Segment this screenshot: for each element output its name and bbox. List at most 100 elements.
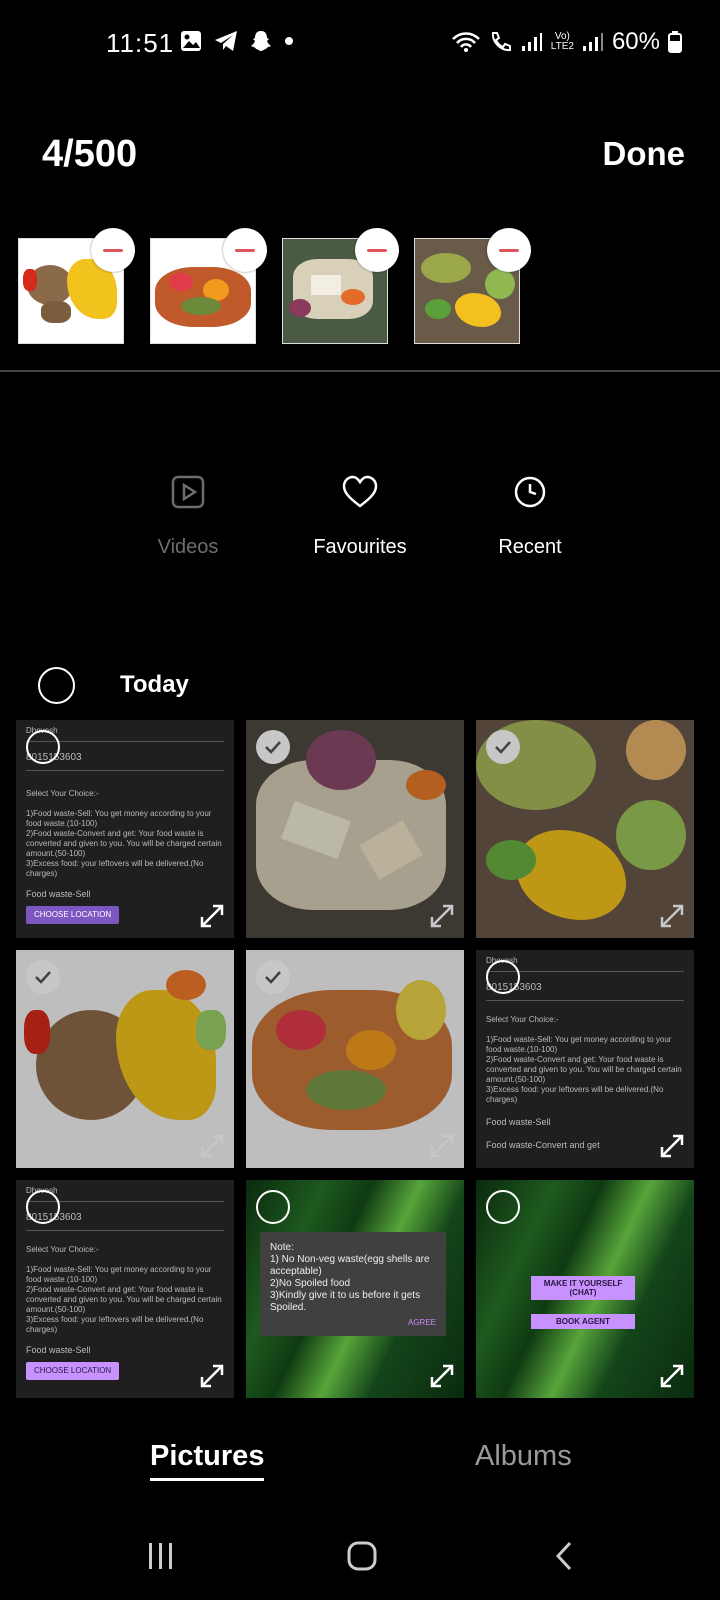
shot-opt3: 3)Excess food: your leftovers will be de… [26,858,204,878]
telegram-icon [215,31,237,51]
select-all-checkbox[interactable] [38,667,75,704]
shortcut-label: Favourites [313,536,407,558]
shot-select: Select Your Choice:- [26,788,99,798]
system-nav-bar [0,1530,720,1590]
shot-name: Dhevesh [26,1186,58,1195]
signal-icon [521,33,542,51]
shot-opt2: 2)Food waste-Convert and get: Your food … [26,828,222,858]
shot-dropdown: Food waste-Sell [486,1116,551,1127]
selected-items-strip [0,228,720,348]
shot-dropdown: Food waste-Sell [26,1344,91,1355]
photo-thumb[interactable]: Dhevesh 8015153603 Select Your Choice:- … [16,720,234,938]
shot-choose-location: CHOOSE LOCATION [26,1361,120,1380]
expand-icon[interactable] [658,1132,686,1160]
remove-selected-button[interactable] [355,228,399,272]
snapchat-icon [251,31,271,51]
tab-albums[interactable]: Albums [475,1440,572,1473]
notification-icons [180,30,294,52]
shot-name: Dhevesh [26,726,58,735]
shortcut-videos[interactable]: Videos [108,475,268,559]
select-checkbox[interactable] [26,1190,60,1224]
status-time: 11:51 [106,28,175,58]
photo-thumb[interactable]: Note: 1) No Non-veg waste(egg shells are… [246,1180,464,1398]
note-title: Note: [270,1242,294,1253]
remove-selected-button[interactable] [223,228,267,272]
select-checkbox[interactable] [26,730,60,764]
photo-thumb[interactable]: Dhevesh 8015153603 Select Your Choice:- … [476,950,694,1168]
select-checkbox[interactable] [26,960,60,994]
video-icon [171,475,205,509]
shortcut-recent[interactable]: Recent [450,475,610,559]
select-checkbox[interactable] [486,730,520,764]
book-agent-label: BOOK AGENT [531,1314,635,1329]
dot-icon [285,37,293,45]
shot-opt3: 3)Excess food: your leftovers will be de… [26,1314,204,1334]
note-line: 1) No Non-veg waste(egg shells are accep… [270,1254,430,1277]
battery-percent: 60% [611,28,660,55]
volte-icon: Vo) LTE2 [550,31,574,52]
shot-choose-location: CHOOSE LOCATION [26,905,120,924]
section-title: Today [120,671,189,698]
check-icon [265,971,281,984]
wifi-icon [451,32,480,52]
photo-thumb[interactable] [16,950,234,1168]
shot-opt2: 2)Food waste-Convert and get: Your food … [26,1284,222,1314]
shot-opt3: 3)Excess food: your leftovers will be de… [486,1084,664,1104]
shot-dropdown: Food waste-Sell [26,888,91,899]
photo-thumb[interactable] [246,720,464,938]
clock-icon [514,476,546,508]
photo-thumb[interactable]: Dhevesh 8015153603 Select Your Choice:- … [16,1180,234,1398]
tab-pictures[interactable]: Pictures [150,1440,265,1481]
recent-apps-icon[interactable] [146,1540,176,1572]
shot-opt2: 2)Food waste-Convert and get: Your food … [486,1054,682,1084]
shortcut-label: Videos [157,536,219,558]
divider [0,370,720,372]
photo-thumb[interactable] [246,950,464,1168]
expand-icon[interactable] [198,1362,226,1390]
date-section-header: Today [0,665,720,711]
expand-icon[interactable] [428,1132,456,1160]
remove-selected-button[interactable] [91,228,135,272]
done-button[interactable]: Done [603,135,686,173]
select-checkbox[interactable] [256,960,290,994]
back-icon[interactable] [552,1540,576,1572]
call-icon [491,32,511,52]
shot-select: Select Your Choice:- [26,1244,99,1254]
expand-icon[interactable] [428,1362,456,1390]
note-line: 3)Kindly give it to us before it gets Sp… [270,1290,421,1313]
select-checkbox[interactable] [486,1190,520,1224]
shot-select: Select Your Choice:- [486,1014,559,1024]
photo-thumb[interactable]: MAKE IT YOURSELF (CHAT) BOOK AGENT [476,1180,694,1398]
note-dialog: Note: 1) No Non-veg waste(egg shells are… [260,1232,446,1336]
select-checkbox[interactable] [486,960,520,994]
check-icon [35,971,51,984]
shot-opt1: 1)Food waste-Sell: You get money accordi… [26,808,212,828]
bottom-tabs: Pictures Albums [0,1440,720,1500]
check-icon [495,741,511,754]
remove-selected-button[interactable] [487,228,531,272]
battery-icon [668,31,682,53]
note-agree: AGREE [407,1318,436,1328]
expand-icon[interactable] [198,1132,226,1160]
shot-opt1: 1)Food waste-Sell: You get money accordi… [486,1034,672,1054]
expand-icon[interactable] [658,902,686,930]
status-bar: 11:51 Vo) LTE2 60% [0,0,720,90]
shot-opt1: 1)Food waste-Sell: You get money accordi… [26,1264,212,1284]
shot-dropdown2: Food waste-Convert and get [486,1139,600,1150]
select-checkbox[interactable] [256,730,290,764]
check-icon [265,741,281,754]
system-icons: Vo) LTE2 60% [451,28,682,56]
expand-icon[interactable] [198,902,226,930]
selection-count: 4/500 [42,133,138,175]
home-icon[interactable] [346,1540,378,1572]
expand-icon[interactable] [428,902,456,930]
note-line: 2)No Spoiled food [270,1278,351,1289]
expand-icon[interactable] [658,1362,686,1390]
shot-name: Dhevesh [486,956,518,965]
album-shortcuts: Videos Favourites Recent [0,475,720,575]
select-checkbox[interactable] [256,1190,290,1224]
photo-thumb[interactable] [476,720,694,938]
shortcut-favourites[interactable]: Favourites [280,475,440,559]
signal-icon [582,33,603,51]
shortcut-label: Recent [498,536,562,558]
